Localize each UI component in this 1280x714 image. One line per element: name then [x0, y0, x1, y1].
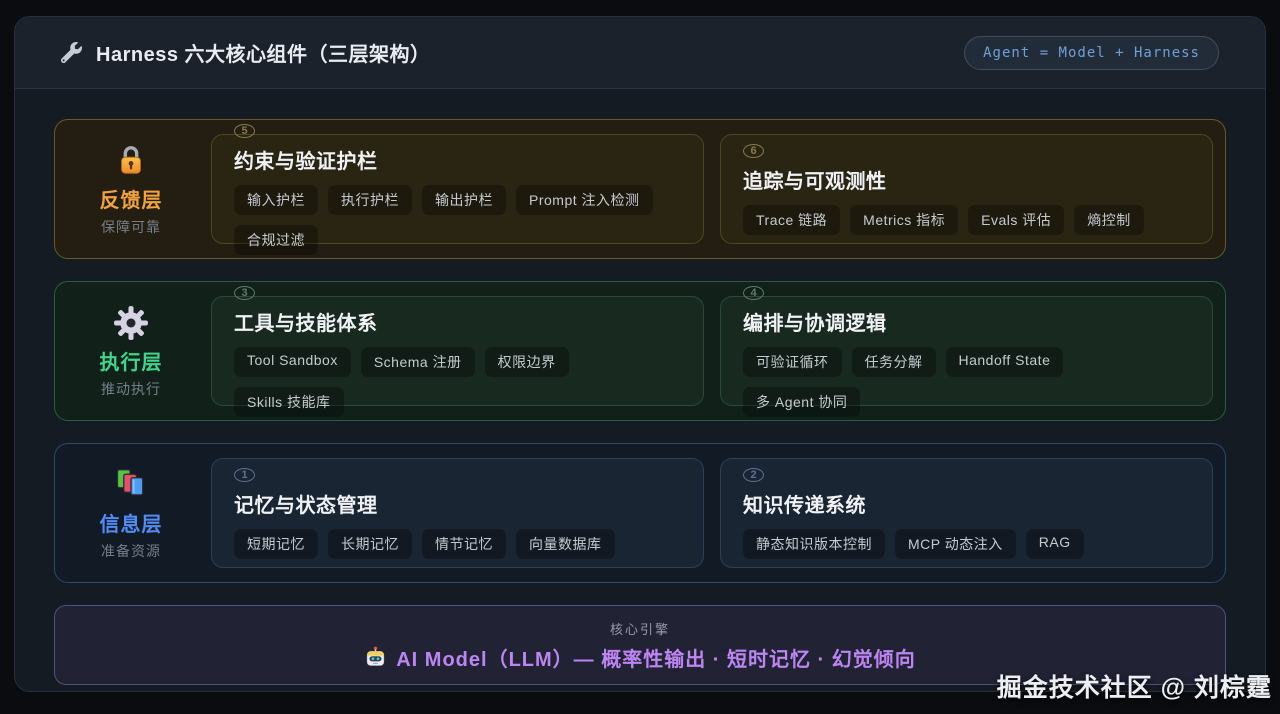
main-panel: Harness 六大核心组件（三层架构） Agent = Model + Har…	[14, 16, 1266, 692]
card-title: 约束与验证护栏	[234, 150, 378, 173]
layer-subtitle: 推动执行	[101, 380, 161, 397]
card-number: 1	[234, 467, 255, 482]
tag: 多 Agent 协同	[743, 386, 861, 417]
agent-formula-badge: Agent = Model + Harness	[964, 35, 1219, 70]
tag: Prompt 注入检测	[516, 184, 653, 215]
tag-list: 静态知识版本控制 MCP 动态注入 RAG	[743, 528, 1190, 559]
card-knowledge-delivery: 2 知识传递系统 静态知识版本控制 MCP 动态注入 RAG	[720, 458, 1213, 568]
tag: 静态知识版本控制	[743, 528, 885, 559]
tag: Tool Sandbox	[234, 346, 351, 377]
card-number: 2	[743, 467, 764, 482]
robot-icon	[364, 646, 387, 669]
tag: 向量数据库	[516, 528, 615, 559]
tag-list: Tool Sandbox Schema 注册 权限边界 Skills 技能库	[234, 346, 681, 417]
tag: Evals 评估	[968, 204, 1065, 235]
page-title: Harness 六大核心组件（三层架构）	[96, 44, 431, 66]
tag: 情节记忆	[422, 528, 506, 559]
layer-execution: 执行层 推动执行 3 工具与技能体系 Tool Sandbox Schema 注…	[54, 281, 1226, 421]
card-number: 5	[234, 123, 255, 138]
card-tools-skills: 3 工具与技能体系 Tool Sandbox Schema 注册 权限边界 Sk…	[211, 285, 704, 417]
tag: Metrics 指标	[850, 204, 959, 235]
watermark: 掘金技术社区 @ 刘棕霆	[996, 674, 1272, 702]
header: Harness 六大核心组件（三层架构） Agent = Model + Har…	[15, 17, 1265, 89]
layer-feedback-label: 反馈层 保障可靠	[67, 134, 195, 244]
engine-label: 核心引擎	[609, 621, 670, 637]
tag: Skills 技能库	[234, 386, 344, 417]
tag: RAG	[1025, 528, 1084, 559]
card-title: 编排与协调逻辑	[743, 312, 887, 335]
tag: 合规过滤	[234, 224, 318, 255]
card-memory-state: 1 记忆与状态管理 短期记忆 长期记忆 情节记忆 向量数据库	[211, 458, 704, 568]
tag-list: 短期记忆 长期记忆 情节记忆 向量数据库	[234, 528, 681, 559]
engine-text: AI Model（LLM）— 概率性输出 · 短时记忆 · 幻觉倾向	[396, 648, 916, 671]
layer-feedback: 反馈层 保障可靠 5 约束与验证护栏 输入护栏 执行护栏 输出护栏 Prompt…	[54, 119, 1226, 259]
tag: 输入护栏	[234, 184, 318, 215]
tag: 长期记忆	[328, 528, 412, 559]
card-title: 追踪与可观测性	[743, 170, 887, 193]
tag: 输出护栏	[422, 184, 506, 215]
tag: Handoff State	[945, 346, 1064, 377]
gear-icon	[113, 304, 149, 342]
card-number: 6	[743, 143, 764, 158]
layer-name: 反馈层	[99, 189, 163, 212]
layer-execution-label: 执行层 推动执行	[67, 296, 195, 406]
card-title: 工具与技能体系	[234, 312, 378, 335]
tag: MCP 动态注入	[895, 528, 1016, 559]
card-guardrails: 5 约束与验证护栏 输入护栏 执行护栏 输出护栏 Prompt 注入检测 合规过…	[211, 123, 704, 255]
layer-name: 执行层	[99, 351, 163, 374]
card-number: 4	[743, 285, 764, 300]
page-title-group: Harness 六大核心组件（三层架构）	[61, 38, 431, 67]
tag: Trace 链路	[743, 204, 841, 235]
card-orchestration: 4 编排与协调逻辑 可验证循环 任务分解 Handoff State 多 Age…	[720, 285, 1213, 417]
card-observability: 6 追踪与可观测性 Trace 链路 Metrics 指标 Evals 评估 熵…	[720, 134, 1213, 244]
card-title: 知识传递系统	[743, 494, 866, 517]
tag-list: 可验证循环 任务分解 Handoff State 多 Agent 协同	[743, 346, 1190, 417]
books-icon	[113, 466, 149, 504]
tag-list: Trace 链路 Metrics 指标 Evals 评估 熵控制	[743, 204, 1190, 235]
lock-icon	[114, 142, 148, 180]
layer-information: 信息层 准备资源 1 记忆与状态管理 短期记忆 长期记忆 情节记忆 向量数据库 …	[54, 443, 1226, 583]
tag: Schema 注册	[360, 346, 475, 377]
tag: 熵控制	[1074, 204, 1144, 235]
tag: 权限边界	[484, 346, 569, 377]
card-number: 3	[234, 285, 255, 300]
tag: 执行护栏	[328, 184, 412, 215]
tag: 任务分解	[851, 346, 936, 377]
layers-container: 反馈层 保障可靠 5 约束与验证护栏 输入护栏 执行护栏 输出护栏 Prompt…	[15, 89, 1265, 685]
tag-list: 输入护栏 执行护栏 输出护栏 Prompt 注入检测 合规过滤	[234, 184, 681, 255]
wrench-icon	[61, 42, 82, 63]
card-title: 记忆与状态管理	[234, 494, 378, 517]
layer-subtitle: 准备资源	[101, 542, 161, 559]
engine-text-row: AI Model（LLM）— 概率性输出 · 短时记忆 · 幻觉倾向	[364, 643, 916, 672]
layer-subtitle: 保障可靠	[101, 218, 161, 235]
tag: 可验证循环	[743, 346, 842, 377]
tag: 短期记忆	[234, 528, 318, 559]
layer-name: 信息层	[99, 513, 163, 536]
layer-information-label: 信息层 准备资源	[67, 458, 195, 568]
